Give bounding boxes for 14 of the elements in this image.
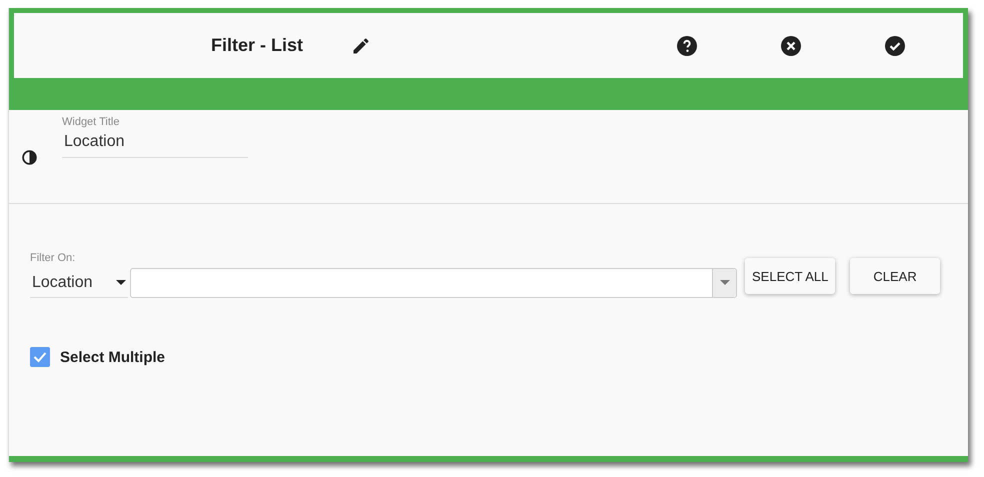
pencil-icon[interactable]: [351, 36, 371, 56]
check-icon: [33, 351, 47, 363]
clear-button[interactable]: CLEAR: [850, 258, 940, 294]
field-label: Filter On:: [30, 252, 76, 264]
caret-icon: [116, 280, 126, 286]
checkbox[interactable]: [30, 347, 50, 367]
filter-field-select[interactable]: Location: [30, 268, 128, 298]
widget-title-field[interactable]: Widget Title Location: [62, 116, 248, 158]
select-all-button[interactable]: SELECT ALL: [745, 258, 836, 294]
checkbox-label: Select Multiple: [60, 348, 166, 366]
caret-icon: [720, 280, 730, 286]
dropdown-button[interactable]: [712, 269, 736, 297]
window-title: Filter - List: [211, 35, 304, 56]
contrast-icon: [21, 149, 38, 166]
